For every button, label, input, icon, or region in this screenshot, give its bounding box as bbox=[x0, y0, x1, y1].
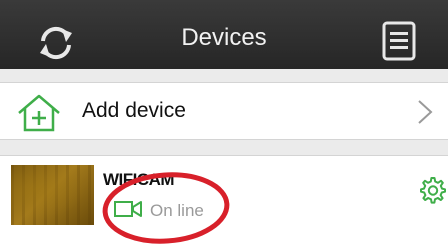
gear-icon[interactable] bbox=[418, 176, 446, 204]
section-spacer bbox=[0, 140, 448, 155]
device-list-item[interactable]: WIFICAM On line bbox=[0, 155, 448, 249]
add-device-label: Add device bbox=[82, 99, 186, 122]
section-spacer bbox=[0, 69, 448, 82]
add-house-icon bbox=[18, 94, 60, 132]
device-status: On line bbox=[150, 201, 204, 220]
device-name: WIFICAM bbox=[103, 170, 175, 189]
app-header: Devices bbox=[0, 0, 448, 69]
chevron-right-icon bbox=[418, 100, 433, 124]
list-menu-icon[interactable] bbox=[380, 20, 418, 62]
add-device-row[interactable]: Add device bbox=[0, 82, 448, 140]
camera-thumbnail[interactable] bbox=[11, 165, 94, 225]
video-camera-icon bbox=[114, 201, 142, 217]
